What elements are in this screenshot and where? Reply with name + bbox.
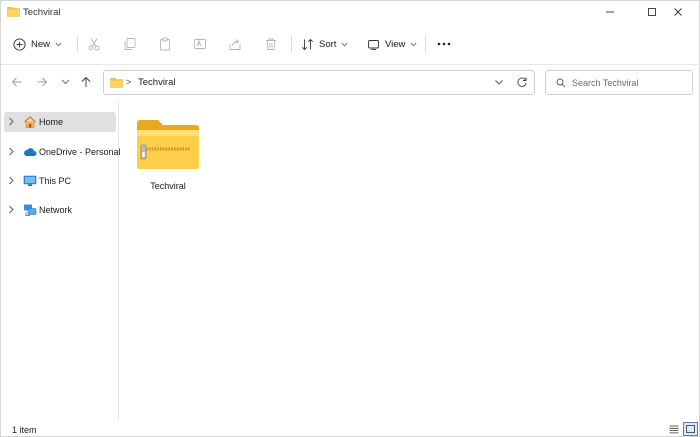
list-view-icon xyxy=(669,425,678,433)
rename-button[interactable] xyxy=(191,35,209,53)
new-button-label: New xyxy=(31,38,51,50)
breadcrumb-item[interactable]: Techviral xyxy=(138,77,176,88)
more-icon xyxy=(437,42,451,46)
trash-icon xyxy=(266,38,276,50)
file-item-techviral[interactable]: Techviral xyxy=(134,115,206,195)
close-button[interactable] xyxy=(655,1,700,23)
navigation-pane: Home OneDrive - Personal This PC Network xyxy=(1,101,121,421)
search-box[interactable] xyxy=(545,70,693,95)
file-name: Techviral xyxy=(150,181,186,191)
cloud-icon xyxy=(24,148,37,156)
sidebar-item-label: OneDrive - Personal xyxy=(39,147,121,157)
chevron-right-icon[interactable] xyxy=(8,147,15,156)
sidebar-item-label: Network xyxy=(39,205,73,215)
sidebar-item-network[interactable]: Network xyxy=(4,200,116,220)
minimize-icon xyxy=(606,11,614,13)
chevron-right-icon[interactable] xyxy=(8,176,15,185)
sidebar-item-label: This PC xyxy=(39,176,72,186)
plus-circle-icon xyxy=(13,37,26,51)
sort-icon xyxy=(301,38,314,50)
minimize-button[interactable] xyxy=(587,1,633,23)
search-input[interactable] xyxy=(572,76,688,90)
chevron-down-icon xyxy=(341,42,348,46)
refresh-icon[interactable] xyxy=(516,76,528,88)
computer-icon xyxy=(23,175,37,186)
chevron-down-icon xyxy=(61,79,69,85)
chevron-right-icon[interactable] xyxy=(8,117,15,126)
tiles-view-icon xyxy=(686,425,695,433)
view-button[interactable]: View xyxy=(367,33,417,55)
sidebar-item-this-pc[interactable]: This PC xyxy=(4,171,116,191)
search-icon xyxy=(556,78,566,88)
view-icon xyxy=(368,39,379,50)
recent-locations-button[interactable] xyxy=(57,74,73,90)
arrow-up-icon xyxy=(81,76,91,87)
toolbar-divider xyxy=(425,35,426,53)
chevron-right-icon[interactable] xyxy=(8,205,15,214)
delete-button[interactable] xyxy=(262,35,280,53)
zip-folder-icon xyxy=(137,120,199,169)
window-title: Techviral xyxy=(23,7,61,18)
forward-button[interactable] xyxy=(34,74,50,90)
arrow-left-icon xyxy=(11,77,22,87)
network-icon xyxy=(24,204,37,216)
command-bar: New Sort View xyxy=(1,23,700,65)
breadcrumb-separator[interactable]: > xyxy=(126,77,131,87)
status-bar: 1 item xyxy=(1,421,700,437)
view-button-label: View xyxy=(385,38,406,50)
copy-icon xyxy=(124,38,136,50)
item-count: 1 item xyxy=(12,425,37,435)
toolbar-divider xyxy=(291,35,292,53)
new-button[interactable]: New xyxy=(13,33,62,55)
toolbar-divider xyxy=(77,35,78,53)
details-view-button[interactable] xyxy=(666,422,681,436)
file-explorer-window: Techviral New Sort View > Techviral Sear… xyxy=(0,0,700,437)
cut-button[interactable] xyxy=(85,35,103,53)
folder-icon xyxy=(7,7,20,17)
paste-button[interactable] xyxy=(156,35,174,53)
chevron-down-icon xyxy=(410,42,417,46)
up-button[interactable] xyxy=(78,74,94,90)
scissors-icon xyxy=(88,38,100,51)
share-icon xyxy=(229,39,241,50)
sidebar-item-home[interactable]: Home xyxy=(4,112,116,132)
copy-button[interactable] xyxy=(121,35,139,53)
chevron-down-icon[interactable] xyxy=(493,76,505,88)
folder-icon xyxy=(110,78,123,88)
close-icon xyxy=(674,8,682,16)
address-bar[interactable]: > Techviral xyxy=(103,70,535,95)
sort-button-label: Sort xyxy=(319,38,337,50)
back-button[interactable] xyxy=(9,74,25,90)
chevron-down-icon xyxy=(55,42,62,46)
sidebar-item-onedrive[interactable]: OneDrive - Personal xyxy=(4,142,121,162)
see-more-button[interactable] xyxy=(435,35,453,53)
file-list: Techviral xyxy=(120,101,698,421)
home-icon xyxy=(24,116,36,128)
sort-button[interactable]: Sort xyxy=(301,33,348,55)
share-button[interactable] xyxy=(226,35,244,53)
sidebar-item-label: Home xyxy=(39,117,64,127)
arrow-right-icon xyxy=(37,77,48,87)
rename-icon xyxy=(194,39,206,49)
clipboard-icon xyxy=(160,37,170,51)
tiles-view-button[interactable] xyxy=(683,422,698,436)
navigation-bar: > Techviral xyxy=(1,65,700,101)
title-bar[interactable]: Techviral xyxy=(1,1,700,23)
